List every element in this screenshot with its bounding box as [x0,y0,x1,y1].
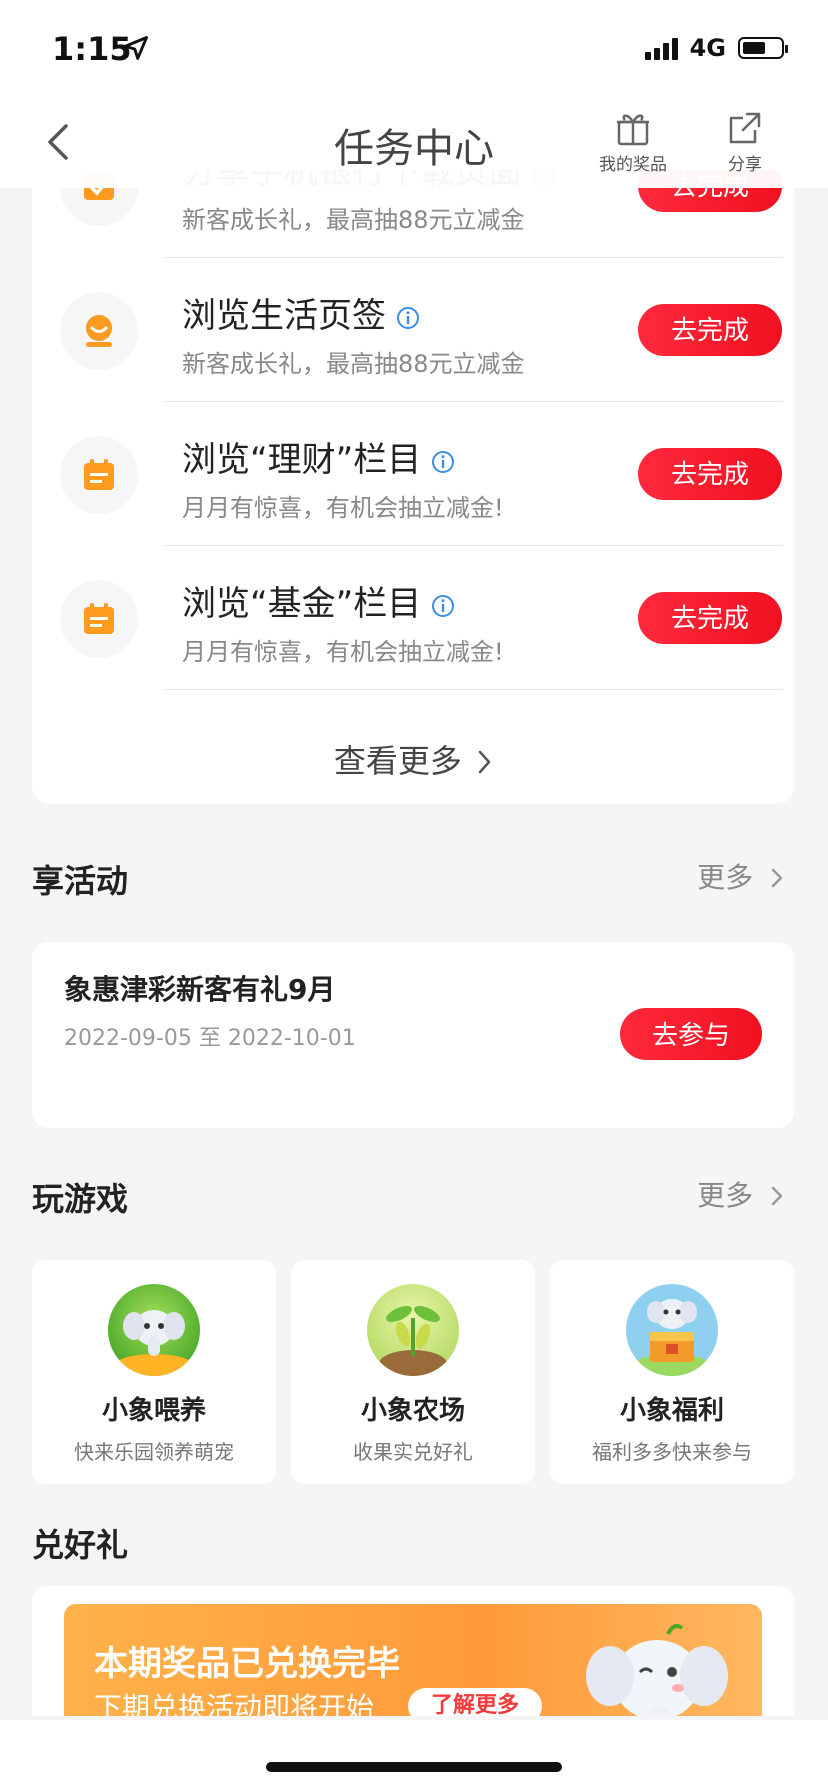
task-icon-bg [60,580,138,658]
divider [164,689,782,690]
task-desc: 月月有惊喜，有机会抽立减金! [182,638,504,666]
task-desc: 新客成长礼，最高抽88元立减金 [182,206,525,234]
info-icon[interactable] [431,450,455,474]
game-card-welfare[interactable]: 小象福利 福利多多快来参与 [550,1260,794,1484]
learn-more-button[interactable]: 了解更多 [408,1688,542,1716]
activity-card: 象惠津彩新客有礼9月 2022-09-05 至 2022-10-01 去参与 [32,942,794,1128]
task-icon-bg [60,292,138,370]
complete-task-button[interactable]: 去完成 [638,448,782,500]
activities-more-link[interactable]: 更多 [697,856,784,896]
bottom-safe-area [0,1720,828,1792]
task-desc: 新客成长礼，最高抽88元立减金 [182,350,525,378]
games-more-link[interactable]: 更多 [697,1174,784,1214]
battery-icon [738,37,788,59]
task-list-card: 分享手机银行下载页面 新客成长礼，最高抽88元立减金 去完成 浏览生活页签 新客… [32,170,794,804]
calendar-icon [84,459,114,490]
chevron-right-icon [771,868,783,888]
calendar-icon [84,603,114,634]
elephant-welfare-icon [626,1284,718,1376]
gift-card: 本期奖品已兑换完毕 下期兑换活动即将开始 了解更多 [32,1586,794,1716]
info-icon[interactable] [431,594,455,618]
game-desc: 福利多多快来参与 [592,1440,752,1464]
activity-name: 象惠津彩新客有礼9月 [64,973,336,1006]
game-card-farm[interactable]: 小象农场 收果实兑好礼 [291,1260,535,1484]
task-title: 浏览生活页签 [182,296,386,336]
info-icon[interactable] [396,306,420,330]
status-bar: 1:15 4G [0,0,828,96]
complete-task-button[interactable]: 去完成 [638,592,782,644]
game-name: 小象福利 [619,1396,724,1426]
chevron-right-icon [478,750,491,774]
task-title: 浏览“理财”栏目 [182,440,422,480]
nav-bar: 任务中心 我的奖品 分享 [0,96,828,188]
game-desc: 收果实兑好礼 [353,1440,473,1464]
task-icon-bg [60,436,138,514]
signal-icon [644,36,678,60]
see-more-link[interactable]: 查看更多 [32,736,794,782]
my-prizes-label: 我的奖品 [599,155,667,175]
network-type: 4G [689,34,726,62]
game-desc: 快来乐园领养萌宠 [74,1440,234,1464]
elephant-mascot-icon [586,1624,728,1716]
life-tab-icon [86,315,112,347]
gifts-section-title: 兑好礼 [32,1526,129,1564]
task-row: 浏览“理财”栏目 月月有惊喜，有机会抽立减金! 去完成 [32,402,794,546]
join-activity-button[interactable]: 去参与 [620,1008,762,1060]
chevron-right-icon [771,1186,783,1206]
games-section-title: 玩游戏 [32,1180,129,1218]
share-button[interactable]: 分享 [700,108,790,175]
task-row: 浏览生活页签 新客成长礼，最高抽88元立减金 去完成 [32,258,794,402]
see-more-label: 查看更多 [333,742,462,780]
farm-sprout-icon [367,1284,459,1376]
task-title: 浏览“基金”栏目 [182,584,422,624]
task-desc: 月月有惊喜，有机会抽立减金! [182,494,504,522]
banner-subtitle: 下期兑换活动即将开始 [94,1691,375,1716]
game-name: 小象喂养 [101,1396,206,1426]
activities-section-title: 享活动 [32,862,129,900]
more-label: 更多 [697,1179,754,1212]
task-row: 浏览“基金”栏目 月月有惊喜，有机会抽立减金! 去完成 [32,546,794,690]
home-indicator[interactable] [266,1762,562,1772]
share-label: 分享 [728,155,762,175]
location-arrow-icon [124,36,148,60]
activity-date: 2022-09-05 至 2022-10-01 [64,1026,356,1051]
game-name: 小象农场 [360,1396,465,1426]
more-label: 更多 [697,861,754,894]
complete-task-button[interactable]: 去完成 [638,304,782,356]
my-prizes-button[interactable]: 我的奖品 [588,108,678,175]
gift-banner[interactable]: 本期奖品已兑换完毕 下期兑换活动即将开始 了解更多 [64,1604,762,1716]
status-time: 1:15 [52,30,132,68]
elephant-feed-icon [108,1284,200,1376]
gift-icon [617,114,649,146]
game-card-feed[interactable]: 小象喂养 快来乐园领养萌宠 [32,1260,276,1484]
banner-title: 本期奖品已兑换完毕 [94,1644,400,1684]
share-icon [729,112,761,144]
